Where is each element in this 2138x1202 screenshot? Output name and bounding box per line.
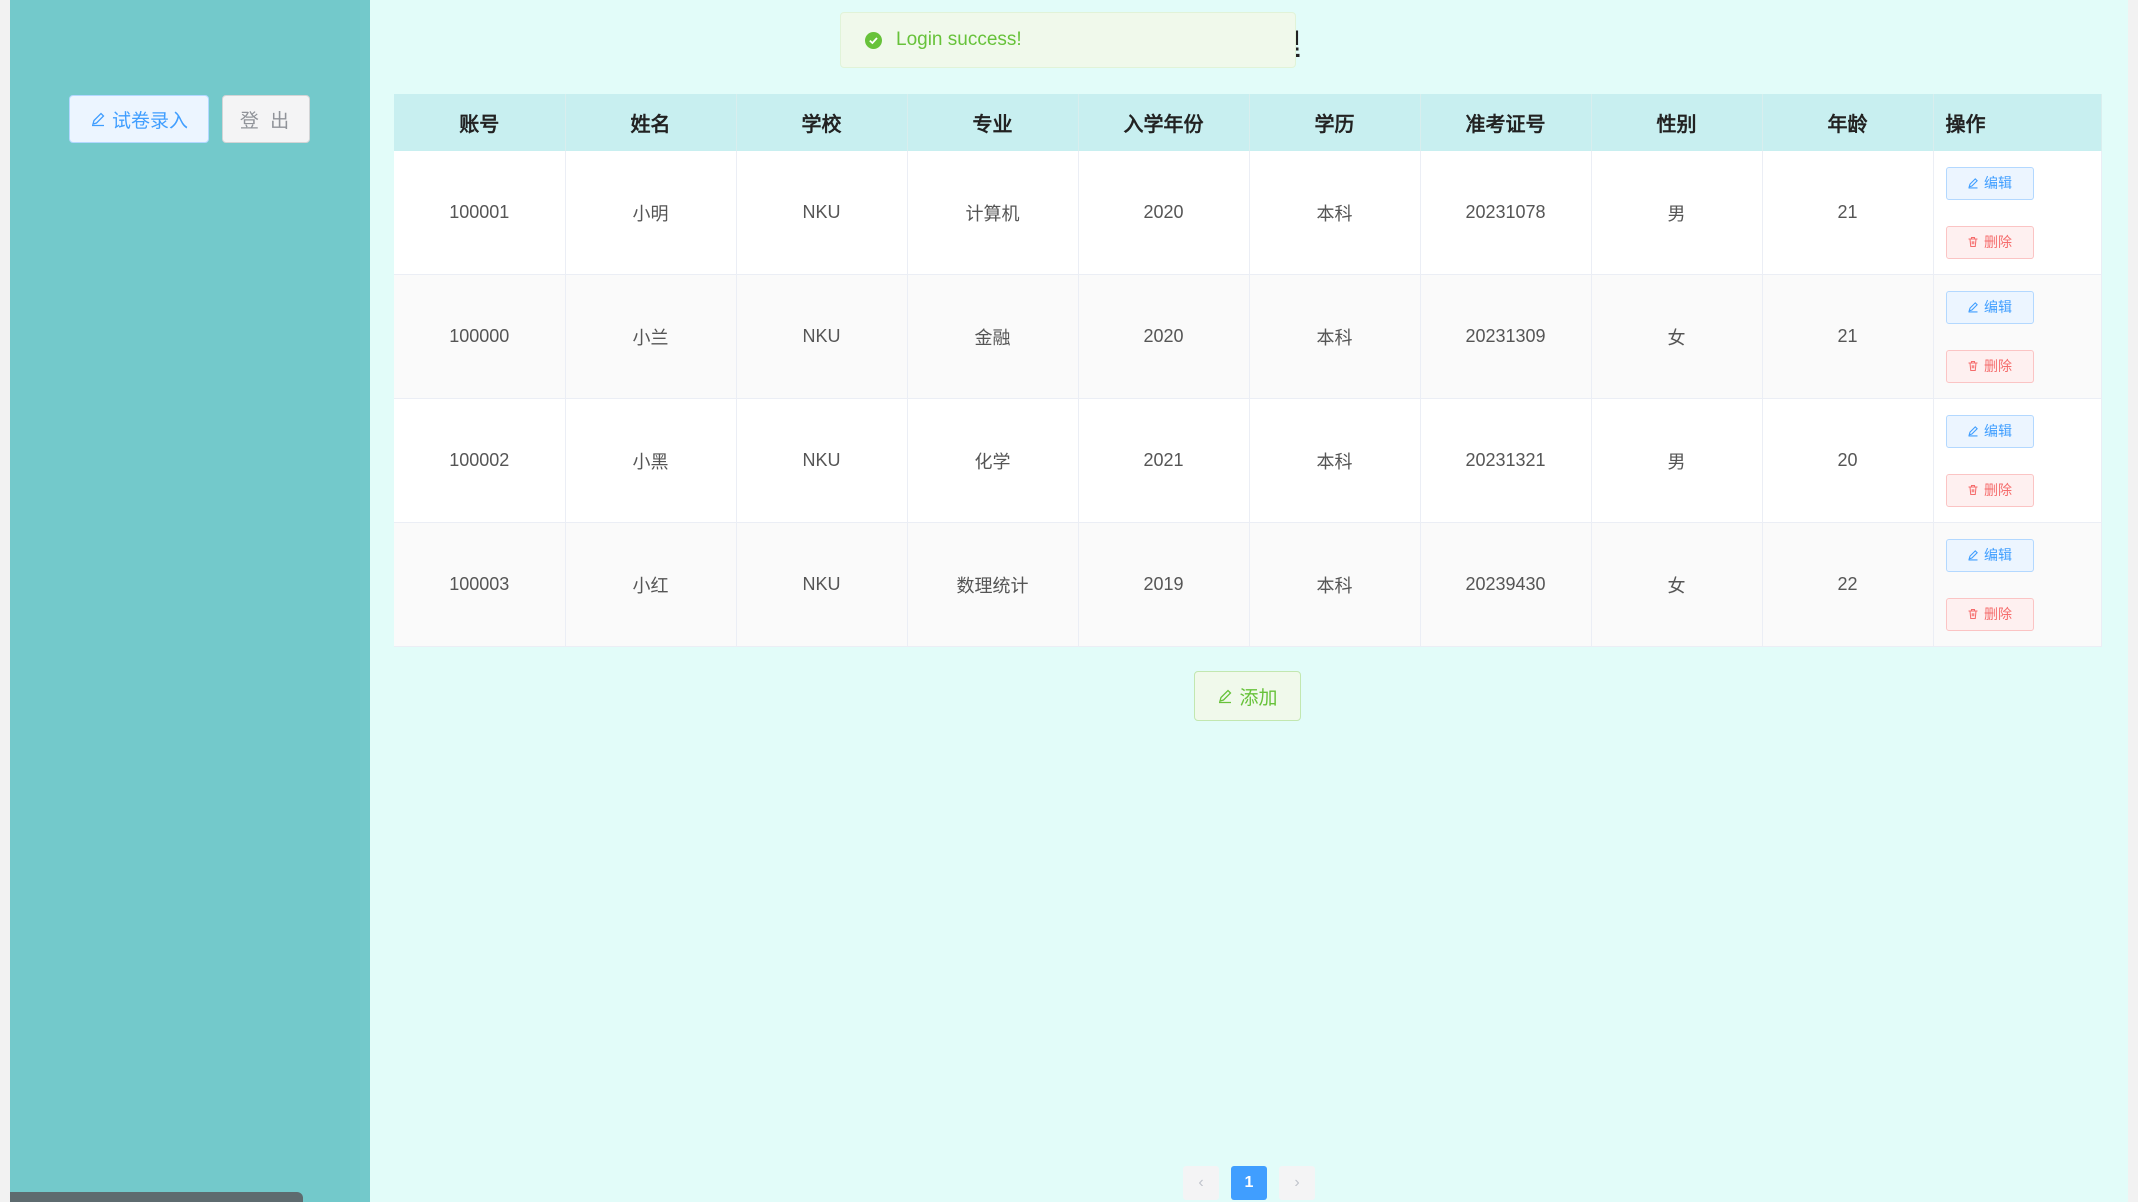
table-cell: 女	[1591, 274, 1763, 399]
edit-label: 编辑	[1984, 175, 2012, 191]
table-row: 100002 小黑 NKU 化学 2021 本科 20231321 男 20 编…	[394, 398, 2102, 523]
table-cell: 100002	[394, 398, 566, 523]
edit-button[interactable]: 编辑	[1945, 538, 2034, 572]
toast-notification: Login success!	[840, 12, 1296, 68]
trash-icon	[1967, 360, 1984, 372]
column-header: 性别	[1591, 94, 1763, 151]
delete-label: 删除	[1984, 606, 2012, 622]
edit-icon	[1967, 425, 1984, 437]
column-header: 学校	[736, 94, 908, 151]
column-header: 学历	[1249, 94, 1421, 151]
exam-entry-button[interactable]: 试卷录入	[69, 95, 209, 143]
table-cell: 化学	[907, 398, 1079, 523]
table-cell: 20239430	[1420, 522, 1592, 647]
edit-icon	[90, 111, 112, 127]
table-cell: 2019	[1078, 522, 1250, 647]
add-button[interactable]: 添加	[1194, 671, 1301, 721]
window-right-edge	[2128, 0, 2138, 1202]
table-cell: 小黑	[565, 398, 737, 523]
page-number-current[interactable]: 1	[1231, 1166, 1267, 1200]
delete-button[interactable]: 删除	[1945, 225, 2034, 259]
table-cell: 男	[1591, 151, 1763, 275]
sidebar: 试卷录入 登 出	[10, 0, 370, 1202]
table-cell: 100003	[394, 522, 566, 647]
column-header: 准考证号	[1420, 94, 1592, 151]
table-cell: 20231309	[1420, 274, 1592, 399]
column-header: 账号	[394, 94, 566, 151]
table-cell: 20231078	[1420, 151, 1592, 275]
column-header: 专业	[907, 94, 1079, 151]
delete-label: 删除	[1984, 358, 2012, 374]
actions-cell: 编辑 删除	[1933, 398, 2102, 523]
edit-label: 编辑	[1984, 547, 2012, 563]
delete-label: 删除	[1984, 234, 2012, 250]
next-page-button[interactable]: ›	[1279, 1166, 1315, 1200]
pagination: ‹ 1 ›	[1183, 1166, 1315, 1200]
table-cell: 金融	[907, 274, 1079, 399]
table-cell: NKU	[736, 398, 908, 523]
table-cell: 2021	[1078, 398, 1250, 523]
table-cell: 计算机	[907, 151, 1079, 275]
table-cell: 女	[1591, 522, 1763, 647]
delete-button[interactable]: 删除	[1945, 349, 2034, 383]
table-cell: 21	[1762, 151, 1934, 275]
edit-label: 编辑	[1984, 423, 2012, 439]
table-cell: 100000	[394, 274, 566, 399]
column-header: 入学年份	[1078, 94, 1250, 151]
trash-icon	[1967, 484, 1984, 496]
add-label: 添加	[1239, 687, 1278, 709]
table-cell: 2020	[1078, 274, 1250, 399]
actions-cell: 编辑 删除	[1933, 522, 2102, 647]
table-cell: NKU	[736, 522, 908, 647]
edit-button[interactable]: 编辑	[1945, 166, 2034, 200]
table-cell: 小明	[565, 151, 737, 275]
column-header: 姓名	[565, 94, 737, 151]
table-row: 100001 小明 NKU 计算机 2020 本科 20231078 男 21 …	[394, 151, 2102, 275]
table-cell: 男	[1591, 398, 1763, 523]
table-cell: 21	[1762, 274, 1934, 399]
success-check-icon	[865, 31, 882, 49]
table-cell: 本科	[1249, 274, 1421, 399]
edit-button[interactable]: 编辑	[1945, 290, 2034, 324]
exam-entry-label: 试卷录入	[111, 110, 188, 132]
actions-cell: 编辑 删除	[1933, 151, 2102, 275]
edit-label: 编辑	[1984, 299, 2012, 315]
delete-button[interactable]: 删除	[1945, 597, 2034, 631]
table-cell: 20	[1762, 398, 1934, 523]
table-row: 100000 小兰 NKU 金融 2020 本科 20231309 女 21 编…	[394, 274, 2102, 399]
trash-icon	[1967, 236, 1984, 248]
table-cell: 数理统计	[907, 522, 1079, 647]
column-header: 年龄	[1762, 94, 1934, 151]
table-row: 100003 小红 NKU 数理统计 2019 本科 20239430 女 22…	[394, 522, 2102, 647]
trash-icon	[1967, 608, 1984, 620]
logout-label: 登 出	[239, 110, 293, 132]
table-cell: 本科	[1249, 398, 1421, 523]
delete-label: 删除	[1984, 482, 2012, 498]
delete-button[interactable]: 删除	[1945, 473, 2034, 507]
table-cell: 小红	[565, 522, 737, 647]
prev-page-button[interactable]: ‹	[1183, 1166, 1219, 1200]
logout-button[interactable]: 登 出	[222, 95, 310, 143]
table-cell: 2020	[1078, 151, 1250, 275]
table-cell: NKU	[736, 274, 908, 399]
table-header-row: 账号 姓名 学校 专业 入学年份 学历 准考证号 性别 年龄 操作	[394, 94, 2102, 151]
column-header: 操作	[1933, 94, 2102, 151]
table-cell: 22	[1762, 522, 1934, 647]
edit-icon	[1217, 688, 1239, 704]
table-cell: 20231321	[1420, 398, 1592, 523]
student-table: 账号 姓名 学校 专业 入学年份 学历 准考证号 性别 年龄 操作 100001…	[394, 94, 2102, 647]
toast-message: Login success!	[896, 29, 1022, 50]
actions-cell: 编辑 删除	[1933, 274, 2102, 399]
table-cell: 本科	[1249, 522, 1421, 647]
window-left-edge	[0, 0, 10, 1202]
sidebar-scrollbar[interactable]	[10, 1192, 303, 1202]
edit-icon	[1967, 549, 1984, 561]
table-cell: 100001	[394, 151, 566, 275]
table-cell: NKU	[736, 151, 908, 275]
table-cell: 小兰	[565, 274, 737, 399]
table-cell: 本科	[1249, 151, 1421, 275]
edit-icon	[1967, 177, 1984, 189]
edit-button[interactable]: 编辑	[1945, 414, 2034, 448]
edit-icon	[1967, 301, 1984, 313]
